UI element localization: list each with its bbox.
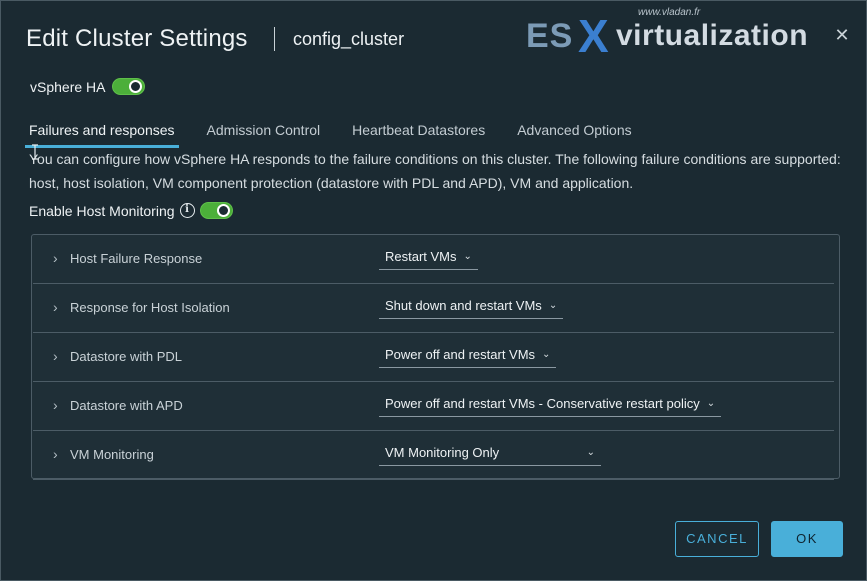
tab-heartbeat-datastores[interactable]: Heartbeat Datastores — [352, 119, 485, 148]
row-datastore-pdl[interactable]: › Datastore with PDL Power off and resta… — [33, 333, 834, 382]
vm-monitoring-select[interactable]: VM Monitoring Only ⌄ — [379, 440, 601, 466]
host-monitoring-label: Enable Host Monitoring — [29, 202, 175, 219]
watermark-virtualization: virtualization — [616, 19, 809, 52]
host-monitoring-toggle[interactable] — [199, 202, 233, 219]
chevron-right-icon[interactable]: › — [53, 300, 63, 314]
row-label: Datastore with PDL — [70, 349, 182, 364]
tab-failures-and-responses[interactable]: Failures and responses — [25, 119, 179, 148]
chevron-right-icon[interactable]: › — [53, 349, 63, 363]
ok-button[interactable]: OK — [771, 521, 843, 557]
host-monitoring-row: Enable Host Monitoring i — [29, 202, 233, 219]
toggle-knob — [129, 80, 143, 93]
datastore-apd-select[interactable]: Power off and restart VMs - Conservative… — [379, 391, 722, 417]
tab-advanced-options[interactable]: Advanced Options — [517, 119, 631, 148]
row-label: Response for Host Isolation — [70, 300, 230, 315]
host-isolation-response-select[interactable]: Shut down and restart VMs ⌄ — [379, 293, 564, 319]
vsphere-ha-label: vSphere HA — [30, 78, 106, 95]
row-label: Host Failure Response — [70, 251, 203, 266]
chevron-down-icon: ⌄ — [706, 398, 716, 409]
chevron-right-icon[interactable]: › — [53, 398, 63, 412]
failure-response-panel: › Host Failure Response Restart VMs ⌄ › … — [31, 234, 840, 480]
dialog-title: Edit Cluster Settings — [26, 25, 248, 52]
select-value: VM Monitoring Only — [385, 445, 500, 460]
vsphere-ha-row: vSphere HA — [30, 78, 146, 95]
toggle-knob — [216, 204, 230, 217]
cancel-button[interactable]: CANCEL — [675, 521, 759, 557]
chevron-down-icon: ⌄ — [548, 300, 558, 311]
failure-conditions-description: You can configure how vSphere HA respond… — [29, 151, 841, 191]
select-value: Power off and restart VMs — [385, 347, 536, 362]
chevron-down-icon: ⌄ — [463, 251, 472, 262]
row-label: VM Monitoring — [70, 447, 154, 462]
edit-cluster-settings-dialog: Edit Cluster Settings config_cluster www… — [0, 0, 867, 581]
row-label: Datastore with APD — [70, 398, 183, 413]
select-value: Restart VMs — [385, 249, 457, 264]
watermark-es: ES — [526, 17, 574, 55]
row-datastore-apd[interactable]: › Datastore with APD Power off and resta… — [33, 382, 834, 431]
chevron-down-icon: ⌄ — [586, 447, 595, 458]
select-value: Power off and restart VMs - Conservative… — [385, 396, 700, 411]
select-value: Shut down and restart VMs — [385, 298, 542, 313]
close-icon[interactable]: ✕ — [834, 26, 850, 44]
watermark-url: www.vladan.fr — [638, 7, 701, 18]
info-icon[interactable]: i — [179, 203, 195, 218]
watermark-x: X — [578, 10, 609, 62]
chevron-down-icon: ⌄ — [542, 349, 551, 360]
chevron-right-icon[interactable]: › — [53, 251, 63, 265]
vsphere-ha-toggle[interactable] — [112, 78, 146, 95]
cluster-name: config_cluster — [293, 29, 405, 49]
host-failure-response-select[interactable]: Restart VMs ⌄ — [379, 244, 478, 270]
settings-tabs: Failures and responses Admission Control… — [25, 119, 664, 148]
row-vm-monitoring[interactable]: › VM Monitoring VM Monitoring Only ⌄ — [33, 431, 834, 480]
title-divider — [274, 27, 275, 51]
text-cursor-icon — [32, 144, 38, 160]
row-host-failure-response[interactable]: › Host Failure Response Restart VMs ⌄ — [33, 235, 834, 284]
chevron-right-icon[interactable]: › — [53, 447, 63, 461]
tab-admission-control[interactable]: Admission Control — [207, 119, 321, 148]
datastore-pdl-select[interactable]: Power off and restart VMs ⌄ — [379, 342, 557, 368]
watermark-logo: www.vladan.fr ES X virtualization — [526, 7, 856, 62]
row-host-isolation-response[interactable]: › Response for Host Isolation Shut down … — [33, 284, 834, 333]
